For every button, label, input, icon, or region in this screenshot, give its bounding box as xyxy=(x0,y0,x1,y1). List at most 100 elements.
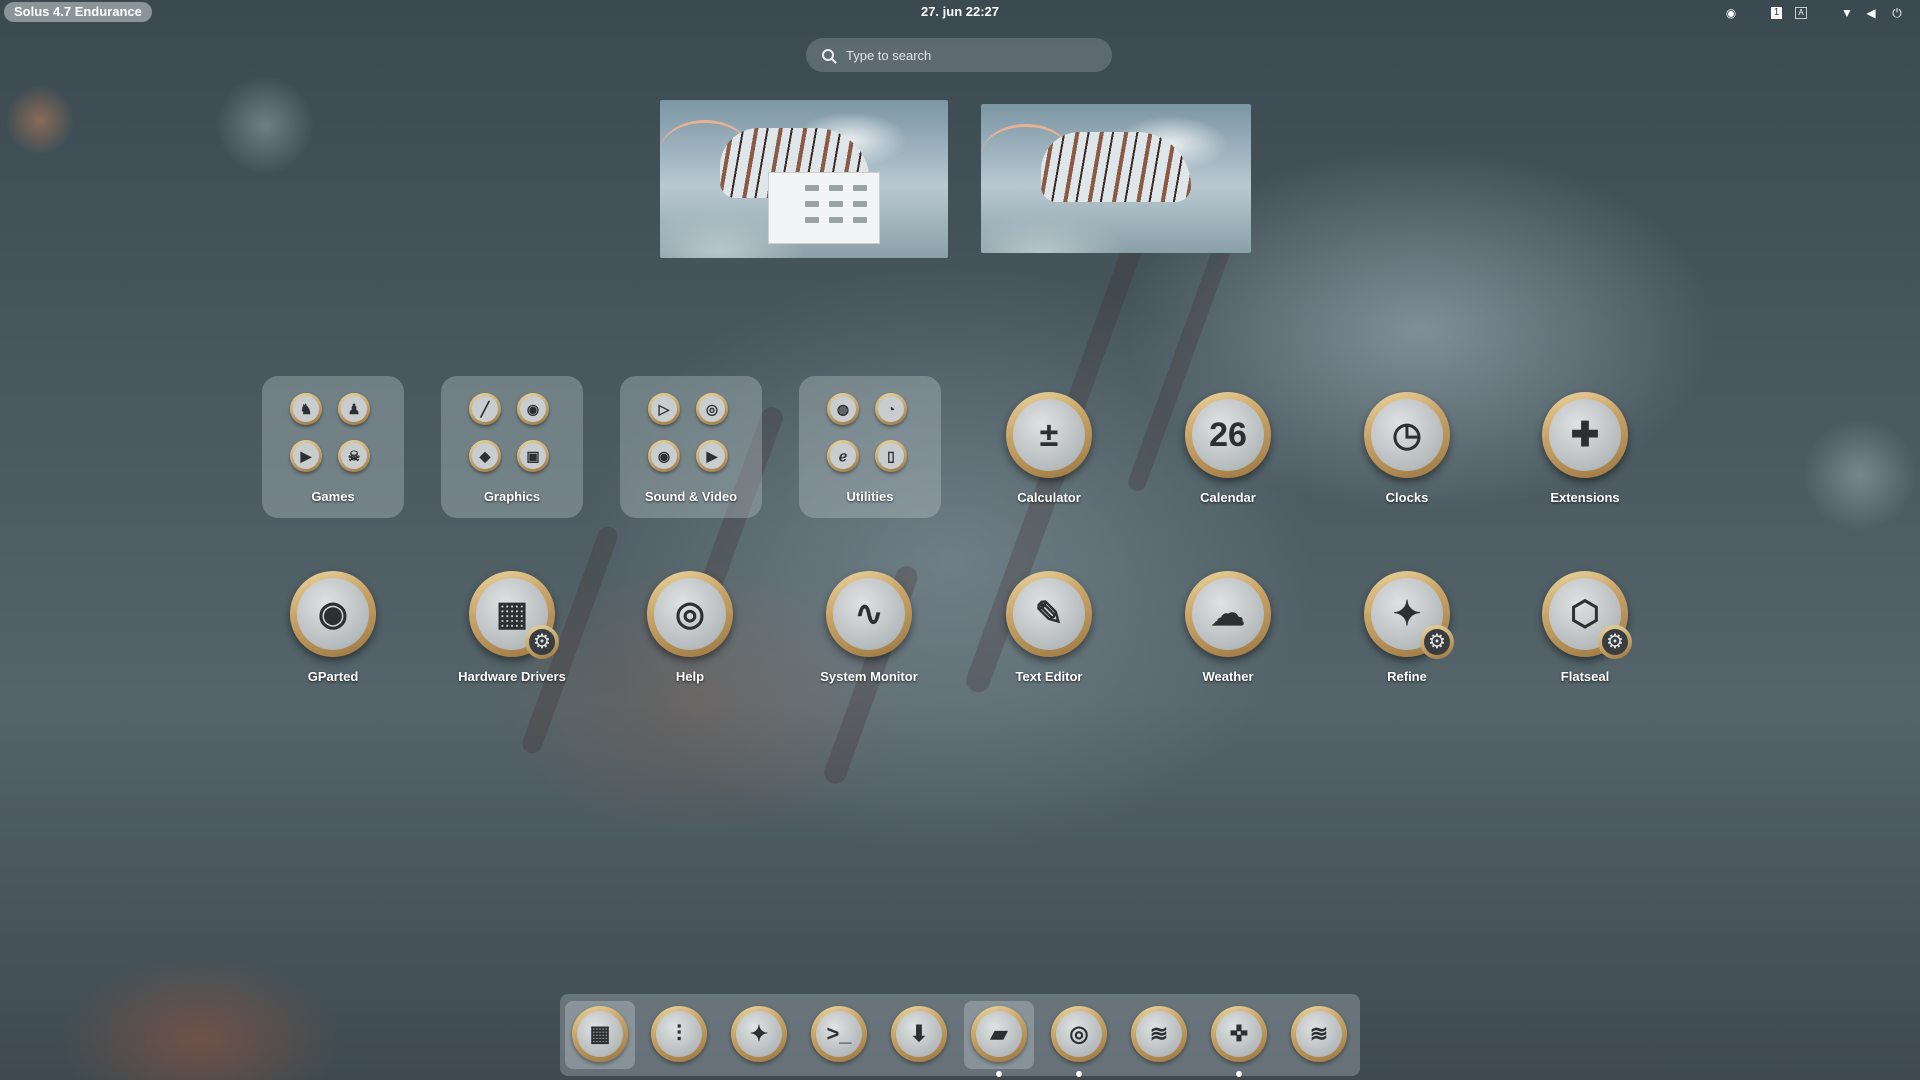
camera-icon: ◉ xyxy=(648,440,680,472)
app-label: Hardware Drivers xyxy=(458,669,566,684)
gear-icon: ⚙ xyxy=(1420,625,1454,659)
folder-label: Graphics xyxy=(483,489,541,504)
games-a-icon: ♞ xyxy=(290,393,322,425)
app-calendar[interactable]: 26 Calendar xyxy=(1158,380,1298,520)
puzzle-icon: ✚ xyxy=(1570,416,1600,454)
software-icon: ⬇ xyxy=(896,1011,942,1057)
recorder-icon: ◎ xyxy=(696,393,728,425)
search-input[interactable] xyxy=(844,46,1098,64)
wifi-icon[interactable]: ▼ xyxy=(1840,3,1854,23)
screenshot-icon: ▣ xyxy=(517,440,549,472)
clock-icon: ◷ xyxy=(1392,416,1422,454)
dock-mixer[interactable]: ⫶ xyxy=(644,1001,714,1069)
keyboard-icon[interactable]: A xyxy=(1795,3,1807,23)
power-icon[interactable]: ⏻ xyxy=(1890,3,1904,23)
files-icon: ▰ xyxy=(976,1011,1022,1057)
chat-icon: ◍ xyxy=(827,393,859,425)
wand-settings-icon: ✦ xyxy=(736,1011,782,1057)
app-label: Extensions xyxy=(1550,490,1620,505)
calendar-icon: 26 xyxy=(1209,416,1247,454)
app-label: Text Editor xyxy=(1015,669,1083,684)
app-label: Flatseal xyxy=(1560,669,1610,684)
folder-label: Utilities xyxy=(846,489,894,504)
games-c-icon: ▶ xyxy=(290,440,322,472)
pulse-icon: ∿ xyxy=(854,595,884,633)
dock-refine[interactable]: ✦ xyxy=(724,1001,794,1069)
dock: ▦ ⫶ ✦ >_ ⬇ ▰ ◎ ≋ ✜ ≋ xyxy=(560,994,1360,1077)
app-label: GParted xyxy=(307,669,359,684)
dock-terminal[interactable]: >_ xyxy=(804,1001,874,1069)
player-icon: ▷ xyxy=(648,393,680,425)
flatseal-icon: ⬡ xyxy=(1570,595,1600,633)
gear-icon: ⚙ xyxy=(525,625,559,659)
terminal-icon: >_ xyxy=(816,1011,862,1057)
steam-icon[interactable]: ◉ xyxy=(1724,3,1738,23)
app-system-monitor[interactable]: ∿ System Monitor xyxy=(799,559,939,699)
running-indicator xyxy=(1236,1071,1242,1077)
dock-files[interactable]: ▰ xyxy=(964,1001,1034,1077)
folder-utilities[interactable]: ◍ ◔ ℯ ▯ Utilities xyxy=(799,376,941,518)
gear-icon: ⚙ xyxy=(1598,625,1632,659)
dock-layers[interactable]: ≋ xyxy=(1284,1001,1354,1069)
hardware-icon: ▦ xyxy=(495,595,529,633)
draw-icon: ◆ xyxy=(469,440,501,472)
spotify-icon: ≋ xyxy=(1136,1011,1182,1057)
edit-icon: ℯ xyxy=(827,440,859,472)
app-label: Refine xyxy=(1387,669,1427,684)
lifebuoy-icon: ◎ xyxy=(675,595,705,633)
app-gparted[interactable]: ◉ GParted xyxy=(263,559,403,699)
volume-icon[interactable]: ◀ xyxy=(1864,3,1878,23)
mixer-icon: ⫶ xyxy=(656,1011,702,1057)
calculator-icon: ± xyxy=(1039,416,1059,454)
disk-usage-icon: ◔ xyxy=(875,393,907,425)
app-label: Calendar xyxy=(1200,490,1256,505)
gparted-icon: ◉ xyxy=(318,595,348,633)
search-icon xyxy=(822,49,834,61)
dock-spotify[interactable]: ≋ xyxy=(1124,1001,1194,1069)
search-bar[interactable] xyxy=(806,38,1112,72)
layers-icon: ≋ xyxy=(1296,1011,1342,1057)
app-clocks[interactable]: ◷ Clocks xyxy=(1337,380,1477,520)
os-label[interactable]: Solus 4.7 Endurance xyxy=(4,2,152,22)
workspace-thumbnail-2[interactable] xyxy=(981,104,1251,253)
workspace-thumbnail-1[interactable] xyxy=(660,100,948,258)
top-bar: Solus 4.7 Endurance 27. jun 22:27 ◉ 1 A … xyxy=(0,0,1920,26)
folder-games[interactable]: ♞ ♟ ▶ ☠ Games xyxy=(262,376,404,518)
weather-icon: ☁ xyxy=(1211,595,1245,633)
eye-icon: ◉ xyxy=(517,393,549,425)
dock-software[interactable]: ⬇ xyxy=(884,1001,954,1069)
app-extensions[interactable]: ✚ Extensions xyxy=(1515,380,1655,520)
wallpaper xyxy=(0,0,1920,1080)
mouse-icon: ▯ xyxy=(875,440,907,472)
app-label: System Monitor xyxy=(820,669,918,684)
pen-icon: ╱ xyxy=(469,393,501,425)
chrome-icon: ◎ xyxy=(1056,1011,1102,1057)
games-b-icon: ♟ xyxy=(338,393,370,425)
dock-app-grid[interactable]: ▦ xyxy=(565,1001,635,1069)
dock-games[interactable]: ✜ xyxy=(1204,1001,1274,1077)
running-indicator xyxy=(1076,1071,1082,1077)
folder-sound-video[interactable]: ▷ ◎ ◉ ▶ Sound & Video xyxy=(620,376,762,518)
app-weather[interactable]: ☁ Weather xyxy=(1158,559,1298,699)
gamepad-icon: ✜ xyxy=(1216,1011,1262,1057)
games-d-icon: ☠ xyxy=(338,440,370,472)
app-label: Weather xyxy=(1202,669,1254,684)
pencil-icon: ✎ xyxy=(1034,595,1064,633)
wand-icon: ✦ xyxy=(1392,595,1422,633)
window-preview xyxy=(768,172,880,244)
dock-chrome[interactable]: ◎ xyxy=(1044,1001,1114,1077)
app-help[interactable]: ◎ Help xyxy=(620,559,760,699)
clock[interactable]: 27. jun 22:27 xyxy=(860,4,1060,19)
app-text-editor[interactable]: ✎ Text Editor xyxy=(979,559,1119,699)
notification-icon[interactable]: 1 xyxy=(1771,3,1782,23)
folder-graphics[interactable]: ╱ ◉ ◆ ▣ Graphics xyxy=(441,376,583,518)
app-flatseal[interactable]: ⬡ ⚙ Flatseal xyxy=(1515,559,1655,699)
app-label: Help xyxy=(675,669,705,684)
app-label: Calculator xyxy=(1017,490,1081,505)
running-indicator xyxy=(996,1071,1002,1077)
app-hardware-drivers[interactable]: ▦ ⚙ Hardware Drivers xyxy=(442,559,582,699)
folder-label: Sound & Video xyxy=(644,489,738,504)
app-calculator[interactable]: ± Calculator xyxy=(979,380,1119,520)
app-refine[interactable]: ✦ ⚙ Refine xyxy=(1337,559,1477,699)
app-label: Clocks xyxy=(1385,490,1429,505)
